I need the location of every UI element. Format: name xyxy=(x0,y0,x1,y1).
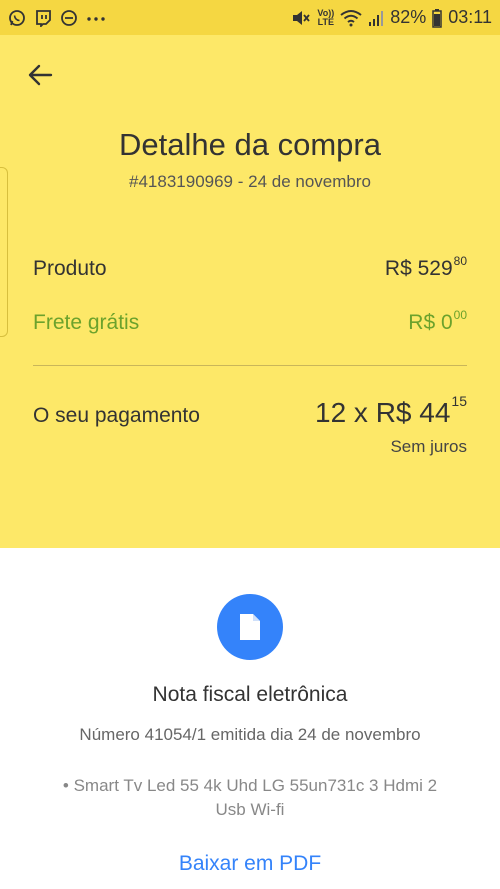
payment-installments: 12 x R$ 4415 xyxy=(315,393,467,429)
invoice-icon-badge xyxy=(217,594,283,660)
page-title: Detalhe da compra xyxy=(119,127,381,162)
payment-row: O seu pagamento 12 x R$ 4415 xyxy=(33,393,467,429)
purchase-summary-section: Detalhe da compra #4183190969 - 24 de no… xyxy=(0,35,500,548)
whatsapp-icon xyxy=(8,9,26,27)
order-id-date: #4183190969 - 24 de novembro xyxy=(129,172,371,191)
product-price-cents: 80 xyxy=(453,254,467,268)
more-dots-icon xyxy=(86,9,106,27)
shipping-label: Frete grátis xyxy=(33,311,140,334)
status-left-icons xyxy=(8,9,106,27)
status-bar: Vo)) LTE 82% 03:11 xyxy=(0,0,500,35)
wifi-icon xyxy=(340,9,362,27)
payment-installments-main: 12 x R$ 44 xyxy=(315,397,451,428)
side-drawer-handle[interactable] xyxy=(0,167,8,337)
battery-icon xyxy=(432,8,443,28)
product-price: R$ 52980 xyxy=(384,254,467,281)
mute-icon xyxy=(291,9,311,27)
clock-time: 03:11 xyxy=(448,7,492,27)
payment-installments-cents: 15 xyxy=(451,392,467,409)
document-icon xyxy=(240,614,260,640)
twitch-icon xyxy=(34,9,52,27)
shipping-row: Frete grátis R$ 000 xyxy=(33,308,467,335)
battery-percentage: 82% xyxy=(390,7,427,27)
download-pdf-link[interactable]: Baixar em PDF xyxy=(0,852,500,876)
volte-icon: Vo)) LTE xyxy=(317,8,334,27)
arrow-left-icon xyxy=(28,64,53,86)
do-not-disturb-icon xyxy=(60,9,78,27)
invoice-number: Número 41054/1 emitida dia 24 de novembr… xyxy=(79,725,421,744)
shipping-price-main: R$ 0 xyxy=(408,311,453,334)
summary-divider xyxy=(33,365,467,366)
product-label: Produto xyxy=(33,257,107,280)
product-row: Produto R$ 52980 xyxy=(33,254,467,281)
signal-icon xyxy=(368,9,384,27)
invoice-item: • Smart Tv Led 55 4k Uhd LG 55un731c 3 H… xyxy=(62,776,438,819)
back-button[interactable] xyxy=(22,57,58,93)
product-price-main: R$ 529 xyxy=(384,257,453,280)
shipping-price: R$ 000 xyxy=(408,308,467,335)
status-right-icons: Vo)) LTE 82% 03:11 xyxy=(291,7,492,28)
volte-bottom-text: LTE xyxy=(317,16,334,27)
payment-label: O seu pagamento xyxy=(33,404,200,427)
no-interest-note: Sem juros xyxy=(390,437,467,456)
invoice-title: Nota fiscal eletrônica xyxy=(152,683,348,706)
shipping-price-cents: 00 xyxy=(453,308,467,322)
